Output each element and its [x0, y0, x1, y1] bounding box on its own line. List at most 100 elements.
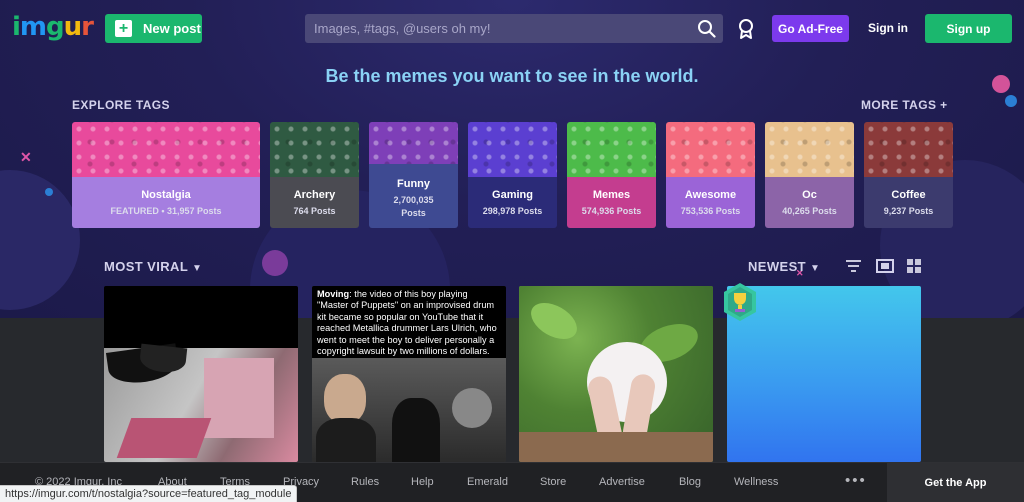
explore-tags-heading: EXPLORE TAGS — [72, 98, 170, 112]
tag-name: Archery — [293, 189, 336, 201]
post-card[interactable] — [104, 286, 298, 462]
tag-name: Funny — [397, 178, 430, 190]
search-input[interactable] — [305, 14, 690, 43]
tag-post-count: 298,978 Posts — [482, 206, 543, 216]
caption-text: : the video of this boy playing "Master … — [317, 289, 497, 357]
footer-link-help[interactable]: Help — [411, 476, 434, 488]
plus-icon: + — [115, 20, 132, 37]
tag-info: Memes 574,936 Posts — [567, 177, 656, 228]
imgur-logo[interactable]: imgur — [12, 12, 94, 42]
hero-tagline: Be the memes you want to see in the worl… — [325, 66, 699, 86]
person-shape — [324, 374, 366, 424]
footer-link-advertise[interactable]: Advertise — [599, 476, 645, 488]
post-caption: Moving: the video of this boy playing "M… — [312, 286, 506, 358]
tag-art — [369, 122, 458, 164]
tag-info: Gaming 298,978 Posts — [468, 177, 557, 228]
most-viral-label: MOST VIRAL — [104, 259, 188, 274]
tag-info: Coffee 9,237 Posts — [864, 177, 953, 228]
tag-post-count: 40,265 Posts — [782, 206, 837, 216]
footer-link-emerald[interactable]: Emerald — [467, 476, 508, 488]
tag-info: Awesome 753,536 Posts — [666, 177, 755, 228]
uniform-view-icon[interactable] — [876, 259, 894, 278]
grid-view-icon[interactable] — [907, 259, 921, 278]
tag-post-count: 753,536 Posts — [680, 206, 741, 216]
footer-link-store[interactable]: Store — [540, 476, 566, 488]
tag-art — [270, 122, 359, 177]
tag-post-count: 9,237 Posts — [883, 206, 934, 216]
tag-name: Nostalgia — [141, 189, 191, 201]
search-bar[interactable] — [305, 14, 723, 43]
logo-letter: g — [46, 12, 65, 42]
post-image — [312, 358, 506, 462]
get-the-app-button[interactable]: Get the App — [887, 463, 1024, 502]
new-post-button[interactable]: + New post — [105, 14, 202, 43]
decor-blob — [1005, 95, 1017, 107]
go-ad-free-button[interactable]: Go Ad-Free — [772, 15, 849, 42]
footer-link-wellness[interactable]: Wellness — [734, 476, 778, 488]
browser-status-url: https://imgur.com/t/nostalgia?source=fea… — [0, 485, 298, 502]
tag-post-count: 2,700,035 Posts — [393, 195, 434, 218]
search-icon[interactable] — [697, 19, 716, 43]
caption-bold: Moving — [317, 289, 350, 299]
roof-shape — [116, 418, 212, 458]
tag-tile-awesome[interactable]: Awesome 753,536 Posts — [666, 122, 755, 228]
person-shape — [316, 418, 376, 462]
newest-label: NEWEST — [748, 259, 807, 274]
decor-blob — [45, 188, 53, 196]
logo-letter: i — [12, 12, 21, 42]
logo-letter: u — [63, 12, 82, 42]
trophy-badge-icon — [722, 282, 758, 322]
tag-art — [765, 122, 854, 177]
decor-blob — [0, 170, 80, 310]
tag-info: Nostalgia FEATURED • 31,957 Posts — [72, 177, 260, 228]
more-tags-link[interactable]: MORE TAGS + — [861, 98, 948, 112]
tag-info: Funny 2,700,035 Posts — [369, 164, 458, 228]
logo-letter: r — [81, 12, 94, 42]
decor-cross: ✕ — [20, 149, 32, 165]
tag-tile-archery[interactable]: Archery 764 Posts — [270, 122, 359, 228]
tag-post-count: 574,936 Posts — [581, 206, 642, 216]
tag-tile-memes[interactable]: Memes 574,936 Posts — [567, 122, 656, 228]
more-options-icon[interactable]: ••• — [845, 472, 867, 489]
tag-info: Archery 764 Posts — [270, 177, 359, 228]
person-shape — [392, 398, 440, 462]
post-card[interactable] — [519, 286, 713, 462]
tag-name: Memes — [592, 189, 631, 201]
leaf-shape — [524, 295, 584, 347]
footer-link-blog[interactable]: Blog — [679, 476, 701, 488]
tag-tile-oc[interactable]: Oc 40,265 Posts — [765, 122, 854, 228]
tag-tile-gaming[interactable]: Gaming 298,978 Posts — [468, 122, 557, 228]
decor-blob — [262, 250, 288, 276]
tag-art — [567, 122, 656, 177]
building-shape — [204, 358, 274, 438]
tag-tile-funny[interactable]: Funny 2,700,035 Posts — [369, 122, 458, 228]
tag-info: Oc 40,265 Posts — [765, 177, 854, 228]
new-post-label: New post — [143, 21, 201, 36]
tag-post-count: FEATURED • 31,957 Posts — [110, 206, 222, 216]
drum-shape — [452, 388, 492, 428]
filter-icon[interactable] — [845, 259, 862, 278]
post-image — [104, 343, 298, 462]
chevron-down-icon: ▼ — [810, 263, 821, 274]
tag-art — [864, 122, 953, 177]
tag-name: Gaming — [492, 189, 533, 201]
logo-letter: m — [19, 12, 47, 42]
sign-up-button[interactable]: Sign up — [925, 14, 1012, 43]
tag-name: Awesome — [684, 189, 737, 201]
tag-name: Oc — [802, 189, 817, 201]
tag-art — [72, 122, 260, 177]
wood-shape — [519, 432, 713, 462]
tag-art — [666, 122, 755, 177]
tag-name: Coffee — [891, 189, 926, 201]
tag-post-count: 764 Posts — [293, 206, 336, 216]
sign-in-link[interactable]: Sign in — [868, 21, 908, 35]
chevron-down-icon: ▼ — [191, 263, 203, 274]
awards-ribbon-icon[interactable] — [737, 18, 755, 45]
tag-tile-nostalgia[interactable]: Nostalgia FEATURED • 31,957 Posts — [72, 122, 260, 228]
tag-tile-coffee[interactable]: Coffee 9,237 Posts — [864, 122, 953, 228]
sort-newest-dropdown[interactable]: NEWEST ▼ — [748, 259, 820, 274]
post-card[interactable]: Moving: the video of this boy playing "M… — [312, 286, 506, 462]
post-image — [519, 286, 713, 462]
most-viral-dropdown[interactable]: MOST VIRAL ▼ — [104, 259, 202, 274]
footer-link-rules[interactable]: Rules — [351, 476, 379, 488]
